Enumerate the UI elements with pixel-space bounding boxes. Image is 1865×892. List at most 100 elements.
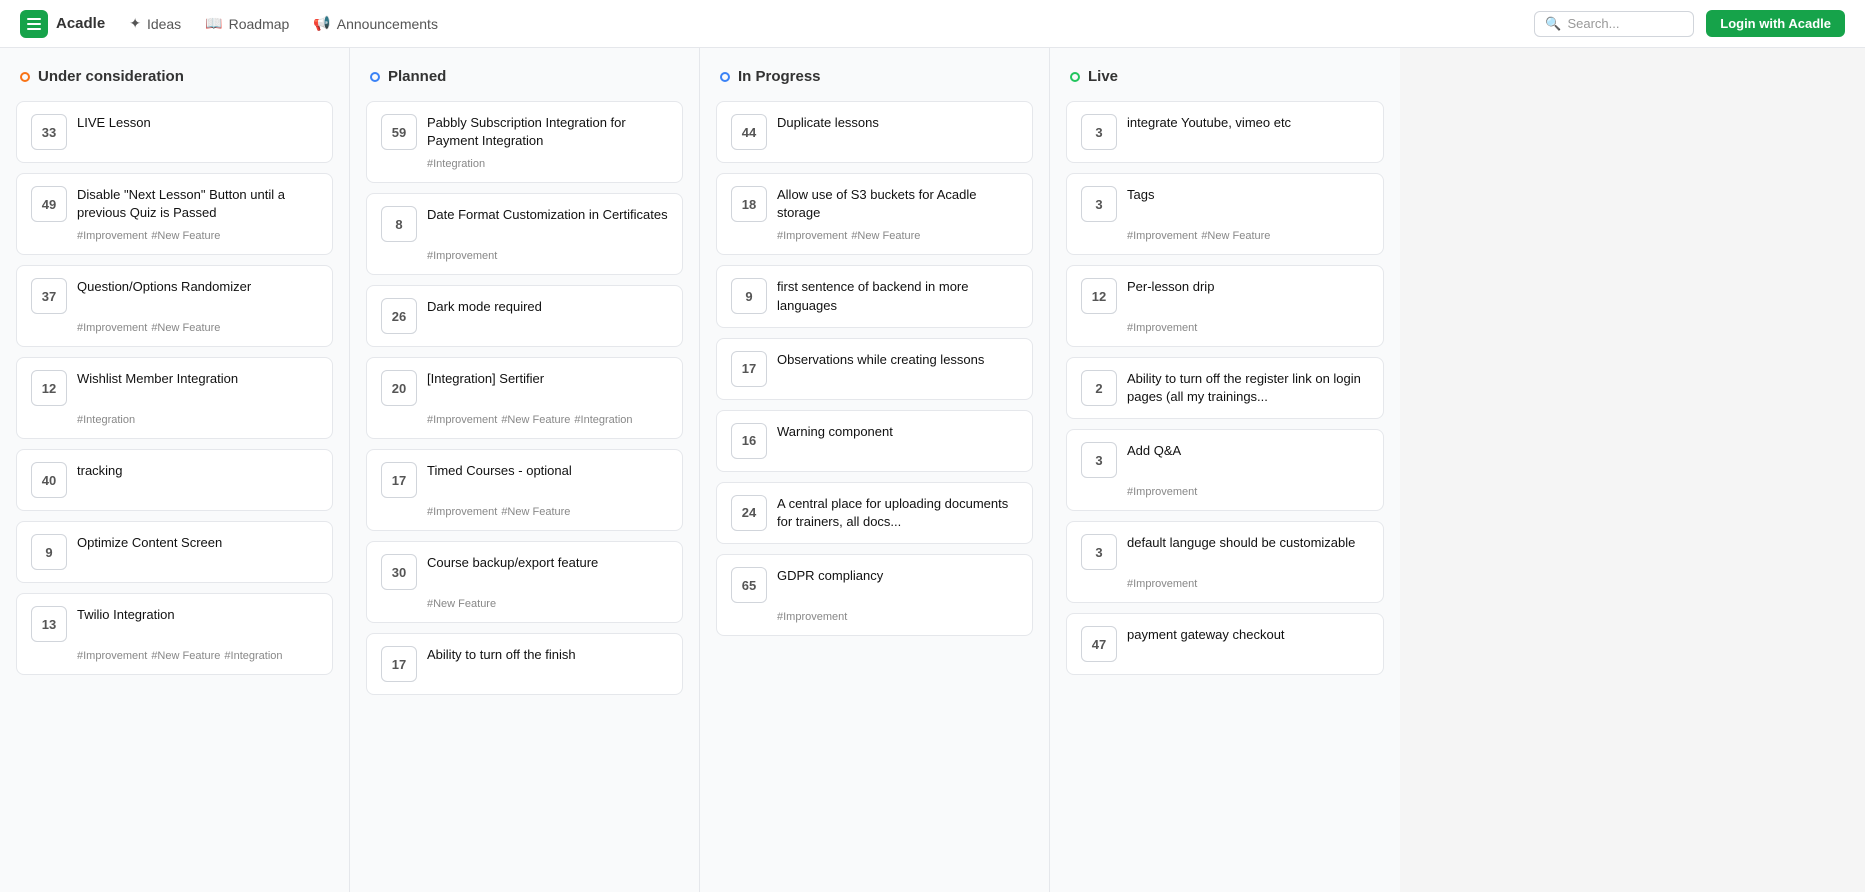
vote-count[interactable]: 17 xyxy=(381,462,417,498)
vote-count[interactable]: 33 xyxy=(31,114,67,150)
vote-count[interactable]: 59 xyxy=(381,114,417,150)
card-title: Dark mode required xyxy=(427,298,542,316)
list-item[interactable]: 17Ability to turn off the finish xyxy=(366,633,683,695)
list-item[interactable]: 13Twilio Integration#Improvement#New Fea… xyxy=(16,593,333,675)
column-under-consideration: Under consideration33LIVE Lesson49Disabl… xyxy=(0,48,350,892)
tag: #Improvement xyxy=(1127,230,1197,242)
list-item[interactable]: 12Wishlist Member Integration#Integratio… xyxy=(16,357,333,439)
list-item[interactable]: 26 Dark mode required xyxy=(366,285,683,347)
list-item[interactable]: 33LIVE Lesson xyxy=(16,101,333,163)
vote-count[interactable]: 37 xyxy=(31,278,67,314)
list-item[interactable]: 59Pabbly Subscription Integration for Pa… xyxy=(366,101,683,183)
vote-count[interactable]: 3 xyxy=(1081,442,1117,478)
card-tags: #Improvement xyxy=(1081,322,1369,334)
column-header-planned: Planned xyxy=(366,68,683,85)
list-item[interactable]: 3Add Q&A#Improvement xyxy=(1066,429,1384,511)
vote-count[interactable]: 30 xyxy=(381,554,417,590)
column-dot-planned xyxy=(370,72,380,82)
list-item[interactable]: 9 Optimize Content Screen xyxy=(16,521,333,583)
vote-count[interactable]: 18 xyxy=(731,186,767,222)
vote-count[interactable]: 8 xyxy=(381,206,417,242)
list-item[interactable]: 2 Ability to turn off the register link o… xyxy=(1066,357,1384,419)
card-title: [Integration] Sertifier xyxy=(427,370,544,388)
list-item[interactable]: 3Tags#Improvement#New Feature xyxy=(1066,173,1384,255)
list-item[interactable]: 65 GDPR compliancy #Improvement xyxy=(716,554,1033,636)
card-title: Question/Options Randomizer xyxy=(77,278,251,296)
card-title: A central place for uploading documents … xyxy=(777,495,1018,531)
list-item[interactable]: 8Date Format Customization in Certificat… xyxy=(366,193,683,275)
vote-count[interactable]: 3 xyxy=(1081,186,1117,222)
list-item[interactable]: 20[Integration] Sertifier#Improvement#Ne… xyxy=(366,357,683,439)
column-title-in-progress: In Progress xyxy=(738,68,821,85)
card-title: Course backup/export feature xyxy=(427,554,598,572)
card-title: Ability to turn off the register link on… xyxy=(1127,370,1369,406)
card-tags: #Improvement#New Feature xyxy=(1081,230,1369,242)
vote-count[interactable]: 12 xyxy=(31,370,67,406)
nav-announcements[interactable]: 📢 Announcements xyxy=(313,15,438,32)
tag: #Improvement xyxy=(1127,322,1197,334)
vote-count[interactable]: 24 xyxy=(731,495,767,531)
card-title: Optimize Content Screen xyxy=(77,534,222,552)
list-item[interactable]: 3default languge should be customizable#… xyxy=(1066,521,1384,603)
tag: #Integration xyxy=(574,414,632,426)
list-item[interactable]: 17Timed Courses - optional#Improvement#N… xyxy=(366,449,683,531)
column-title-live: Live xyxy=(1088,68,1118,85)
vote-count[interactable]: 20 xyxy=(381,370,417,406)
vote-count[interactable]: 40 xyxy=(31,462,67,498)
tag: #Improvement xyxy=(777,230,847,242)
card-title: Warning component xyxy=(777,423,893,441)
column-dot-under-consideration xyxy=(20,72,30,82)
list-item[interactable]: 12Per-lesson drip#Improvement xyxy=(1066,265,1384,347)
list-item[interactable]: 37 Question/Options Randomizer #Improvemen… xyxy=(16,265,333,347)
nav-ideas[interactable]: ✦ Ideas xyxy=(129,15,181,32)
vote-count[interactable]: 17 xyxy=(731,351,767,387)
list-item[interactable]: 44Duplicate lessons xyxy=(716,101,1033,163)
list-item[interactable]: 24 A central place for uploading document… xyxy=(716,482,1033,544)
list-item[interactable]: 47payment gateway checkout xyxy=(1066,613,1384,675)
vote-count[interactable]: 13 xyxy=(31,606,67,642)
card-title: first sentence of backend in more langua… xyxy=(777,278,1018,314)
column-in-progress: In Progress 44Duplicate lessons 18Allow us… xyxy=(700,48,1050,892)
list-item[interactable]: 9 first sentence of backend in more langu… xyxy=(716,265,1033,327)
tag: #Improvement xyxy=(77,650,147,662)
vote-count[interactable]: 3 xyxy=(1081,534,1117,570)
list-item[interactable]: 17Observations while creating lessons xyxy=(716,338,1033,400)
list-item[interactable]: 18Allow use of S3 buckets for Acadle sto… xyxy=(716,173,1033,255)
nav-announcements-label: Announcements xyxy=(337,16,438,32)
vote-count[interactable]: 12 xyxy=(1081,278,1117,314)
list-item[interactable]: 49Disable "Next Lesson" Button until a p… xyxy=(16,173,333,255)
vote-count[interactable]: 9 xyxy=(31,534,67,570)
tag: #New Feature xyxy=(427,598,496,610)
vote-count[interactable]: 9 xyxy=(731,278,767,314)
search-box[interactable]: 🔍 Search... xyxy=(1534,11,1694,37)
card-tags: #Improvement xyxy=(381,250,668,262)
list-item[interactable]: 3integrate Youtube, vimeo etc xyxy=(1066,101,1384,163)
list-item[interactable]: 40tracking xyxy=(16,449,333,511)
list-item[interactable]: 30 Course backup/export feature #New Featu… xyxy=(366,541,683,623)
tag: #Improvement xyxy=(427,414,497,426)
list-item[interactable]: 16 Warning component xyxy=(716,410,1033,472)
tag: #Integration xyxy=(224,650,282,662)
login-button[interactable]: Login with Acadle xyxy=(1706,10,1845,37)
vote-count[interactable]: 17 xyxy=(381,646,417,682)
card-tags: #Improvement#New Feature xyxy=(31,322,318,334)
vote-count[interactable]: 65 xyxy=(731,567,767,603)
card-title: GDPR compliancy xyxy=(777,567,883,585)
vote-count[interactable]: 26 xyxy=(381,298,417,334)
vote-count[interactable]: 47 xyxy=(1081,626,1117,662)
tag: #New Feature xyxy=(151,230,220,242)
card-title: Twilio Integration xyxy=(77,606,175,624)
tag: #New Feature xyxy=(851,230,920,242)
nav-roadmap[interactable]: 📖 Roadmap xyxy=(205,15,289,32)
vote-count[interactable]: 3 xyxy=(1081,114,1117,150)
vote-count[interactable]: 44 xyxy=(731,114,767,150)
column-content-live: 3integrate Youtube, vimeo etc 3Tags#Impro… xyxy=(1066,101,1384,675)
vote-count[interactable]: 16 xyxy=(731,423,767,459)
search-placeholder: Search... xyxy=(1567,16,1619,31)
vote-count[interactable]: 2 xyxy=(1081,370,1117,406)
tag: #Integration xyxy=(427,158,485,170)
tag: #New Feature xyxy=(501,506,570,518)
vote-count[interactable]: 49 xyxy=(31,186,67,222)
card-tags: #Improvement xyxy=(731,611,1018,623)
tag: #Improvement xyxy=(1127,486,1197,498)
